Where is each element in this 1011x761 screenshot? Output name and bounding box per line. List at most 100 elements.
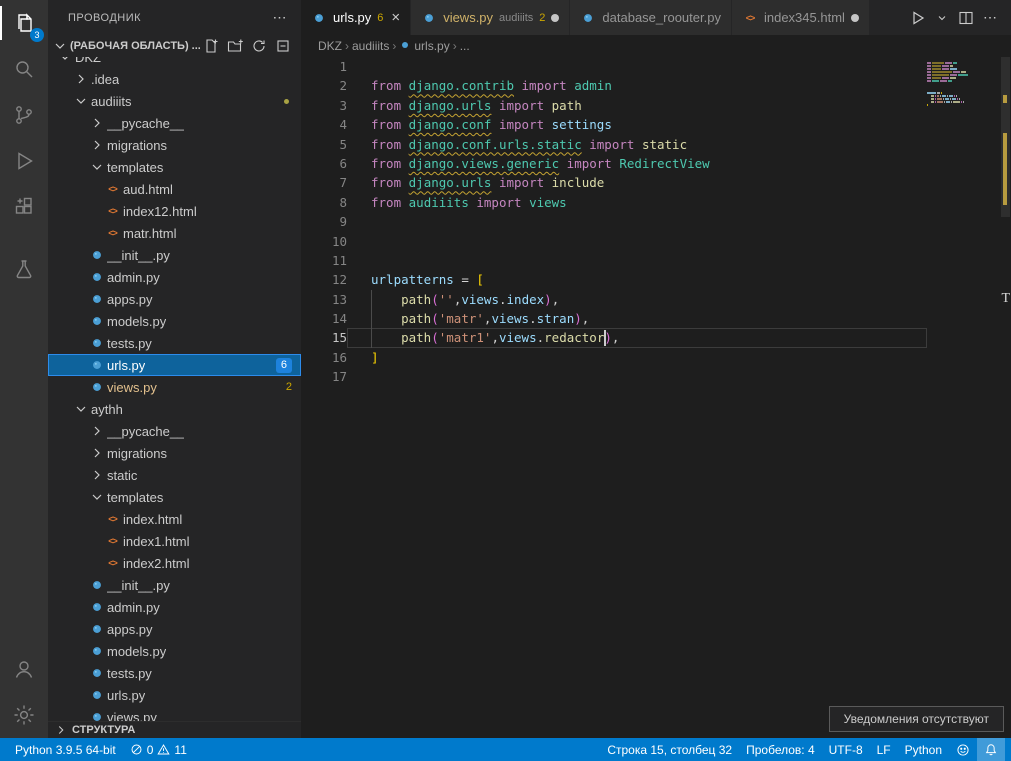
run-dropdown-chevron-icon[interactable]: [931, 6, 953, 30]
tree-item-views.py[interactable]: views.py: [48, 706, 301, 721]
tree-item-tests.py[interactable]: tests.py: [48, 332, 301, 354]
python-file-icon: [88, 577, 105, 593]
python-file-icon: [88, 599, 105, 615]
tab-urls.py[interactable]: urls.py6×: [301, 0, 411, 35]
new-file-icon[interactable]: [203, 38, 219, 54]
tree-item-matr.html[interactable]: <>matr.html: [48, 222, 301, 244]
breadcrumb-item[interactable]: audiiits: [352, 39, 389, 53]
code-line-10[interactable]: 10: [301, 232, 1011, 251]
breadcrumb-item[interactable]: ...: [460, 39, 470, 53]
testing-icon[interactable]: [0, 246, 48, 292]
collapse-all-icon[interactable]: [275, 38, 291, 54]
code-line-17[interactable]: 17: [301, 367, 1011, 386]
tree-item-templates[interactable]: templates: [48, 156, 301, 178]
notification-toast: Уведомления отсутствуют: [829, 706, 1004, 732]
account-icon[interactable]: [0, 646, 48, 692]
python-file-icon: [88, 621, 105, 637]
new-folder-icon[interactable]: [227, 38, 243, 54]
python-interpreter-status[interactable]: Python 3.9.5 64-bit: [8, 738, 123, 761]
more-actions-icon[interactable]: ⋯: [979, 6, 1001, 30]
tree-item-audiiits[interactable]: audiiits: [48, 90, 301, 112]
search-icon[interactable]: [0, 46, 48, 92]
tree-item-__pycache__[interactable]: __pycache__: [48, 112, 301, 134]
encoding-status[interactable]: UTF-8: [822, 738, 870, 761]
code-line-14[interactable]: 14 path('matr',views.stran),: [301, 309, 1011, 328]
tree-item-index.html[interactable]: <>index.html: [48, 508, 301, 530]
breadcrumb-item[interactable]: urls.py: [414, 39, 449, 53]
python-file-icon: [88, 247, 105, 263]
eol-status[interactable]: LF: [870, 738, 898, 761]
tab-database_roouter.py[interactable]: database_roouter.py: [570, 0, 732, 35]
tree-item-__pycache__[interactable]: __pycache__: [48, 420, 301, 442]
code-line-12[interactable]: 12urlpatterns = [: [301, 270, 1011, 289]
tree-item-admin.py[interactable]: admin.py: [48, 266, 301, 288]
tree-item-__init__.py[interactable]: __init__.py: [48, 244, 301, 266]
code-line-11[interactable]: 11: [301, 251, 1011, 270]
tree-item-templates[interactable]: templates: [48, 486, 301, 508]
code-line-2[interactable]: 2from django.contrib import admin: [301, 76, 1011, 95]
run-python-file-icon[interactable]: [907, 6, 929, 30]
tree-item-index2.html[interactable]: <>index2.html: [48, 552, 301, 574]
tab-problems-badge: 2: [539, 12, 545, 24]
breadcrumb-item[interactable]: DKZ: [318, 39, 342, 53]
tree-item-static[interactable]: static: [48, 464, 301, 486]
code-line-15[interactable]: 15 path('matr1',views.redactor),: [301, 328, 1011, 347]
editor-actions: ⋯: [907, 0, 1011, 35]
code-line-13[interactable]: 13 path('',views.index),: [301, 290, 1011, 309]
tree-item-tests.py[interactable]: tests.py: [48, 662, 301, 684]
tree-item-aythh[interactable]: aythh: [48, 398, 301, 420]
extensions-icon[interactable]: [0, 184, 48, 230]
code-editor[interactable]: 12from django.contrib import admin3from …: [301, 57, 1011, 738]
language-mode-status[interactable]: Python: [898, 738, 949, 761]
tree-item-migrations[interactable]: migrations: [48, 134, 301, 156]
tree-item-__init__.py[interactable]: __init__.py: [48, 574, 301, 596]
tree-item-urls.py[interactable]: urls.py: [48, 684, 301, 706]
tree-item-urls.py[interactable]: urls.py6: [48, 354, 301, 376]
settings-gear-icon[interactable]: [0, 692, 48, 738]
code-line-1[interactable]: 1: [301, 57, 1011, 76]
code-line-3[interactable]: 3from django.urls import path: [301, 96, 1011, 115]
problems-status[interactable]: 0 11: [123, 738, 194, 761]
code-line-7[interactable]: 7from django.urls import include: [301, 173, 1011, 192]
scrollbar-thumb[interactable]: [1001, 57, 1010, 217]
notifications-bell-icon[interactable]: [977, 738, 1005, 761]
indentation-status[interactable]: Пробелов: 4: [739, 738, 822, 761]
line-number: 2: [301, 76, 347, 95]
minimap[interactable]: [927, 59, 995, 110]
tree-item-models.py[interactable]: models.py: [48, 310, 301, 332]
code-line-16[interactable]: 16]: [301, 348, 1011, 367]
code-line-9[interactable]: 9: [301, 212, 1011, 231]
overview-ruler[interactable]: T: [997, 57, 1011, 738]
tree-item-index12.html[interactable]: <>index12.html: [48, 200, 301, 222]
tree-item-migrations[interactable]: migrations: [48, 442, 301, 464]
run-debug-icon[interactable]: [0, 138, 48, 184]
tree-item-apps.py[interactable]: apps.py: [48, 618, 301, 640]
workspace-section-header[interactable]: (РАБОЧАЯ ОБЛАСТЬ) ...: [48, 35, 301, 57]
tree-item-admin.py[interactable]: admin.py: [48, 596, 301, 618]
chevron-right-icon: [72, 71, 89, 87]
code-line-5[interactable]: 5from django.conf.urls.static import sta…: [301, 135, 1011, 154]
close-icon[interactable]: ×: [391, 9, 400, 26]
tab-views.py[interactable]: views.pyaudiiits2: [411, 0, 570, 35]
code-line-4[interactable]: 4from django.conf import settings: [301, 115, 1011, 134]
cursor-position-status[interactable]: Строка 15, столбец 32: [600, 738, 739, 761]
tree-item-index1.html[interactable]: <>index1.html: [48, 530, 301, 552]
tab-problems-badge: 6: [377, 12, 383, 24]
code-line-6[interactable]: 6from django.views.generic import Redire…: [301, 154, 1011, 173]
more-actions-icon[interactable]: ⋯: [273, 9, 288, 26]
outline-section-header[interactable]: СТРУКТУРА: [48, 721, 301, 738]
tree-item-models.py[interactable]: models.py: [48, 640, 301, 662]
split-editor-icon[interactable]: [955, 6, 977, 30]
explorer-icon[interactable]: 3: [0, 0, 48, 46]
tree-item-.idea[interactable]: .idea: [48, 68, 301, 90]
tree-item-aud.html[interactable]: <>aud.html: [48, 178, 301, 200]
code-line-8[interactable]: 8from audiiits import views: [301, 193, 1011, 212]
tree-item-apps.py[interactable]: apps.py: [48, 288, 301, 310]
tree-item-views.py[interactable]: views.py2: [48, 376, 301, 398]
tab-index345.html[interactable]: <>index345.html: [732, 0, 870, 35]
source-control-icon[interactable]: [0, 92, 48, 138]
tree-item-DKZ[interactable]: DKZ: [48, 57, 301, 68]
feedback-icon[interactable]: [949, 738, 977, 761]
refresh-icon[interactable]: [251, 38, 267, 54]
tree-item-label: static: [107, 468, 137, 483]
